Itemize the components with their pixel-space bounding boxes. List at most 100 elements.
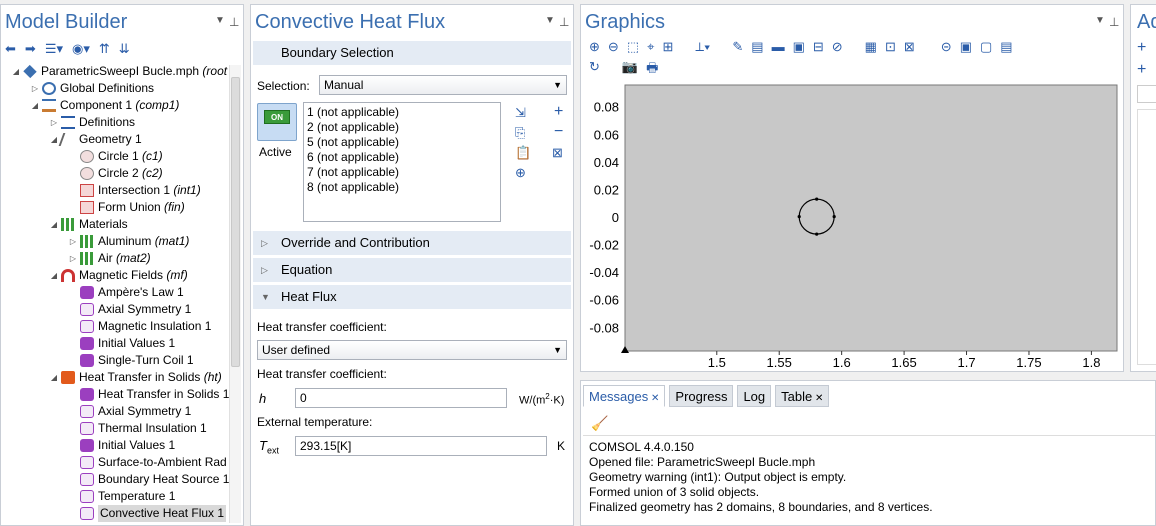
tree-item[interactable]: Axial Symmetry 1 (1, 403, 227, 420)
h-value-input[interactable]: 0 (295, 388, 507, 408)
select-boundaries-icon[interactable]: ⊟ (813, 39, 824, 55)
htc-dropdown[interactable]: User defined ▼ (257, 340, 567, 360)
forward-icon[interactable]: ➡ (25, 41, 36, 57)
tab-progress[interactable]: Progress (669, 385, 734, 407)
expand-arrow-icon[interactable]: ▷ (30, 80, 40, 97)
select-domains-icon[interactable]: ▣ (793, 39, 805, 55)
override-header[interactable]: ▷ Override and Contribution (253, 231, 571, 255)
remove-icon[interactable]: − (554, 123, 563, 141)
zoom-in-icon[interactable]: ⊕ (589, 39, 600, 55)
clear-selection-icon[interactable]: ⊠ (904, 39, 915, 55)
collapse-arrow-icon[interactable]: ◢ (30, 97, 40, 114)
pane-menu-icon[interactable]: ▼ (545, 15, 555, 26)
transparency-icon[interactable]: ✎ (732, 39, 743, 55)
close-icon[interactable]: ✕ (648, 393, 659, 404)
pin-icon[interactable]: ⊥ (1109, 15, 1119, 29)
collapse-arrow-icon[interactable]: ◢ (49, 216, 59, 233)
zoom-extents-icon[interactable]: ⊞ (662, 39, 673, 55)
tree-item[interactable]: Heat Transfer in Solids 1 (1, 386, 229, 403)
tree-item[interactable]: Circle 1 (c1) (1, 148, 227, 165)
list-view-icon[interactable]: ☰▾ (45, 41, 63, 57)
collapse-arrow-icon[interactable]: ◢ (49, 369, 59, 386)
selection-list-item[interactable]: 8 (not applicable) (307, 180, 497, 195)
expand-arrow-icon[interactable]: ▷ (49, 114, 59, 131)
reset-view-icon[interactable]: ↻ (589, 59, 600, 81)
tree-item[interactable]: ▷ Air (mat2) (1, 250, 227, 267)
add-icon[interactable]: + (1137, 39, 1146, 57)
tree-item[interactable]: Initial Values 1 (1, 437, 227, 454)
tree-scrollbar-thumb[interactable] (231, 77, 240, 367)
tree-item[interactable]: Circle 2 (c2) (1, 165, 227, 182)
selection-list-item[interactable]: 2 (not applicable) (307, 120, 497, 135)
tree-item[interactable]: ◢ Geometry 1 (1, 131, 227, 148)
expand-arrow-icon[interactable]: ▷ (68, 233, 78, 250)
tree-item[interactable]: Surface-to-Ambient Rad (1, 454, 227, 471)
tab-log[interactable]: Log (737, 385, 772, 407)
close-icon[interactable]: ✕ (812, 393, 823, 404)
tree-item[interactable]: ◢ ParametricSweepI Bucle.mph (root (1, 63, 227, 80)
tree-item[interactable]: Ampère's Law 1 (1, 284, 227, 301)
expand-tree-icon[interactable]: ⇈ (99, 41, 110, 57)
selection-dropdown[interactable]: Manual ▼ (319, 75, 567, 95)
pane-menu-icon[interactable]: ▼ (215, 15, 225, 26)
tree-item[interactable]: ▷ Aluminum (mat1) (1, 233, 227, 250)
selection-list-item[interactable]: 5 (not applicable) (307, 135, 497, 150)
tab-table[interactable]: Table ✕ (775, 385, 830, 407)
tree-item[interactable]: Temperature 1 (1, 488, 227, 505)
tree-scrollbar[interactable] (229, 65, 241, 523)
equation-header[interactable]: ▷ Equation (253, 258, 571, 282)
add-icon[interactable]: + (554, 103, 563, 121)
select-all-icon[interactable]: ⊡ (885, 39, 896, 55)
tab-messages[interactable]: Messages ✕ (583, 385, 666, 407)
selection-list[interactable]: 1 (not applicable) 2 (not applicable) 5 (n… (303, 102, 501, 222)
selection-list-item[interactable]: 7 (not applicable) (307, 165, 497, 180)
tree-item[interactable]: Magnetic Insulation 1 (1, 318, 227, 335)
selection-list-item[interactable]: 1 (not applicable) (307, 105, 497, 120)
t-ext-input[interactable]: 293.15[K] (295, 436, 547, 456)
wireframe-icon[interactable]: ▤ (751, 39, 763, 55)
tree-item[interactable]: Form Union (fin) (1, 199, 227, 216)
hide-geometry-icon[interactable]: ⊝ (941, 39, 952, 55)
paste-icon[interactable]: 📋 (515, 145, 531, 161)
show-grid-icon[interactable]: ▣ (960, 39, 972, 55)
active-toggle-button[interactable]: ON (257, 103, 297, 141)
camera-icon[interactable]: 📷 (622, 59, 638, 81)
print-icon[interactable]: 🖶 (646, 59, 658, 81)
tree-item[interactable]: Boundary Heat Source 1 (1, 471, 229, 488)
clear-selection-icon[interactable]: ⊠ (552, 145, 563, 161)
tree-item[interactable]: Intersection 1 (int1) (1, 182, 227, 199)
tree-item[interactable]: Initial Values 1 (1, 335, 227, 352)
select-box-icon[interactable]: ▦ (865, 39, 877, 55)
add-list[interactable] (1137, 109, 1156, 365)
pin-icon[interactable]: ⊥ (559, 15, 569, 29)
collapse-arrow-icon[interactable]: ◢ (49, 267, 59, 284)
tree-item[interactable]: ◢ Component 1 (comp1) (1, 97, 227, 114)
collapse-tree-icon[interactable]: ⇊ (119, 41, 130, 57)
zoom-selected-icon[interactable]: ⌖ (647, 39, 654, 55)
axis-orientation-icon[interactable]: ⟂▾ (695, 39, 710, 55)
tree-item[interactable]: ◢ Materials (1, 216, 227, 233)
hide-icon[interactable]: ⊘ (832, 39, 843, 55)
back-icon[interactable]: ⬅ (5, 41, 16, 57)
tree-item[interactable]: ▷ Global Definitions (1, 80, 227, 97)
show-icon[interactable]: ◉▾ (72, 41, 90, 57)
zoom-selection-icon[interactable]: ⊕ (515, 165, 526, 181)
tree-item[interactable]: Axial Symmetry 1 (1, 301, 227, 318)
pane-menu-icon[interactable]: ▼ (1095, 15, 1105, 26)
tree-item[interactable]: ◢ Magnetic Fields (mf) (1, 267, 227, 284)
select-boundaries-icon[interactable]: ⇲ (515, 105, 526, 121)
expand-arrow-icon[interactable]: ▷ (68, 250, 78, 267)
tree-item[interactable]: ▷ Definitions (1, 114, 227, 131)
tree-item[interactable]: Convective Heat Flux 1 (1, 505, 227, 522)
show-axes-icon[interactable]: ▢ (980, 39, 992, 55)
copy-icon[interactable]: ⎘ (515, 125, 525, 141)
boundary-selection-header[interactable]: Boundary Selection (253, 41, 571, 65)
heat-flux-header[interactable]: ▼ Heat Flux (253, 285, 571, 309)
selection-list-item[interactable]: 6 (not applicable) (307, 150, 497, 165)
zoom-out-icon[interactable]: ⊖ (608, 39, 619, 55)
zoom-box-icon[interactable]: ⬚ (627, 39, 639, 55)
tree-item[interactable]: Single-Turn Coil 1 (1, 352, 227, 369)
render-icon[interactable]: ▬ (772, 39, 785, 55)
collapse-arrow-icon[interactable]: ◢ (11, 63, 21, 80)
add-search-field[interactable] (1137, 85, 1156, 103)
